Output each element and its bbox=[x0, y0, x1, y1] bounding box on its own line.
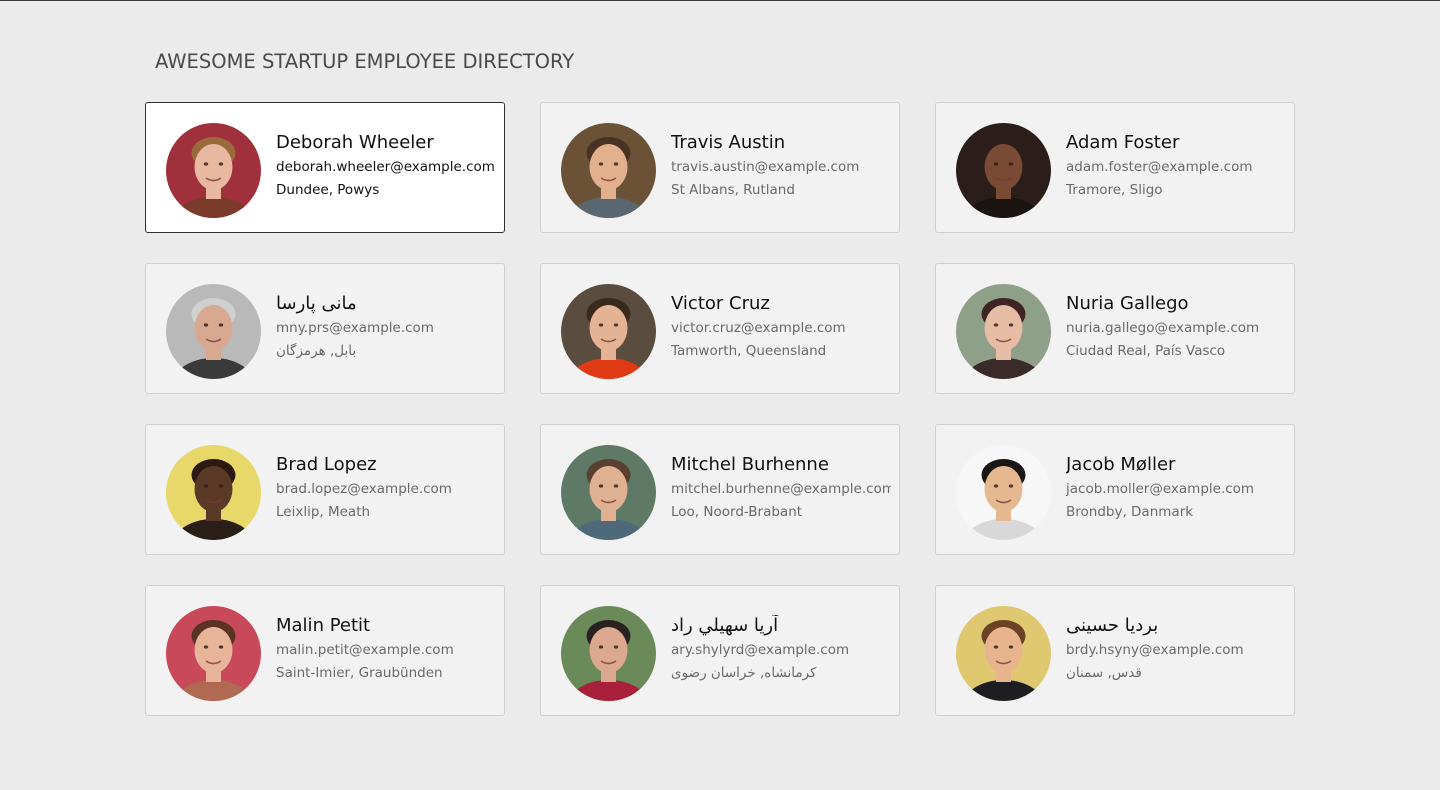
employee-avatar bbox=[166, 123, 261, 218]
employee-card[interactable]: Adam Foster adam.foster@example.com Tram… bbox=[935, 102, 1295, 233]
employee-location: Tamworth, Queensland bbox=[671, 343, 827, 359]
employee-email: ary.shylyrd@example.com bbox=[671, 642, 850, 658]
employee-card[interactable]: Travis Austin travis.austin@example.com … bbox=[540, 102, 900, 233]
employee-card[interactable]: Brad Lopez brad.lopez@example.com Leixli… bbox=[145, 424, 505, 555]
employee-name: Travis Austin bbox=[671, 132, 786, 153]
employee-avatar bbox=[956, 445, 1051, 540]
employee-avatar bbox=[166, 284, 261, 379]
employee-name: Malin Petit bbox=[276, 615, 371, 636]
employee-avatar bbox=[561, 123, 656, 218]
employee-name: آریا سهيلي راد bbox=[671, 615, 779, 636]
employee-name: بردیا حسینی bbox=[1066, 615, 1159, 636]
employee-location: Tramore, Sligo bbox=[1066, 182, 1163, 198]
employee-location: Ciudad Real, País Vasco bbox=[1066, 343, 1226, 359]
employee-location: St Albans, Rutland bbox=[671, 182, 795, 198]
employee-name: Jacob Møller bbox=[1066, 454, 1176, 475]
employee-email: adam.foster@example.com bbox=[1066, 159, 1253, 175]
employee-card[interactable]: Victor Cruz victor.cruz@example.com Tamw… bbox=[540, 263, 900, 394]
page-title: AWESOME STARTUP EMPLOYEE DIRECTORY bbox=[155, 50, 575, 73]
employee-email: malin.petit@example.com bbox=[276, 642, 454, 658]
employee-email: mitchel.burhenne@example.com bbox=[671, 481, 891, 497]
employee-name: Nuria Gallego bbox=[1066, 293, 1189, 314]
employee-location: Brondby, Danmark bbox=[1066, 504, 1194, 520]
employee-location: Leixlip, Meath bbox=[276, 504, 371, 520]
employee-name: Brad Lopez bbox=[276, 454, 377, 475]
employee-card[interactable]: Malin Petit malin.petit@example.com Sain… bbox=[145, 585, 505, 716]
employee-avatar bbox=[956, 123, 1051, 218]
employee-email: travis.austin@example.com bbox=[671, 159, 860, 175]
employee-card[interactable]: Deborah Wheeler deborah.wheeler@example.… bbox=[145, 102, 505, 233]
employee-name: Deborah Wheeler bbox=[276, 132, 434, 153]
employee-email: brdy.hsyny@example.com bbox=[1066, 642, 1244, 658]
employee-card[interactable]: Mitchel Burhenne mitchel.burhenne@exampl… bbox=[540, 424, 900, 555]
employee-location: Dundee, Powys bbox=[276, 182, 380, 198]
employee-email: jacob.moller@example.com bbox=[1066, 481, 1255, 497]
employee-card[interactable]: Jacob Møller jacob.moller@example.com Br… bbox=[935, 424, 1295, 555]
employee-email: brad.lopez@example.com bbox=[276, 481, 452, 497]
employee-avatar bbox=[956, 606, 1051, 701]
employee-grid: Deborah Wheeler deborah.wheeler@example.… bbox=[145, 102, 1295, 716]
employee-email: deborah.wheeler@example.com bbox=[276, 159, 495, 175]
employee-location: بابل, هرمزگان bbox=[276, 343, 357, 359]
employee-avatar bbox=[166, 606, 261, 701]
employee-card[interactable]: بردیا حسینی brdy.hsyny@example.com قدس, … bbox=[935, 585, 1295, 716]
employee-email: victor.cruz@example.com bbox=[671, 320, 846, 336]
employee-avatar bbox=[166, 445, 261, 540]
employee-card[interactable]: آریا سهيلي راد ary.shylyrd@example.com ک… bbox=[540, 585, 900, 716]
employee-email: nuria.gallego@example.com bbox=[1066, 320, 1260, 336]
employee-location: Saint-Imier, Graubünden bbox=[276, 665, 443, 681]
employee-name: مانی پارسا bbox=[276, 293, 357, 314]
employee-name: Adam Foster bbox=[1066, 132, 1180, 153]
employee-location: کرمانشاه, خراسان رضوی bbox=[671, 665, 817, 681]
employee-avatar bbox=[561, 606, 656, 701]
employee-avatar bbox=[561, 445, 656, 540]
employee-email: mny.prs@example.com bbox=[276, 320, 434, 336]
employee-card[interactable]: مانی پارسا mny.prs@example.com بابل, هرم… bbox=[145, 263, 505, 394]
employee-card[interactable]: Nuria Gallego nuria.gallego@example.com … bbox=[935, 263, 1295, 394]
employee-avatar bbox=[956, 284, 1051, 379]
employee-location: Loo, Noord-Brabant bbox=[671, 504, 803, 520]
employee-location: قدس, سمنان bbox=[1066, 665, 1142, 681]
employee-name: Victor Cruz bbox=[671, 293, 770, 314]
employee-name: Mitchel Burhenne bbox=[671, 454, 829, 475]
employee-avatar bbox=[561, 284, 656, 379]
